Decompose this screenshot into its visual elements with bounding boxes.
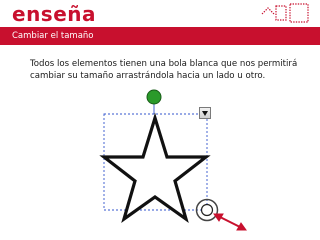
white-resize-handle-icon[interactable]	[200, 203, 214, 217]
dropdown-arrow-icon[interactable]	[199, 107, 211, 119]
star-icon[interactable]	[99, 112, 211, 223]
drawing-canvas	[99, 89, 247, 231]
dropdown-triangle	[202, 111, 208, 116]
red-double-arrow-icon	[213, 213, 247, 231]
green-rotation-handle-icon[interactable]	[146, 89, 162, 105]
